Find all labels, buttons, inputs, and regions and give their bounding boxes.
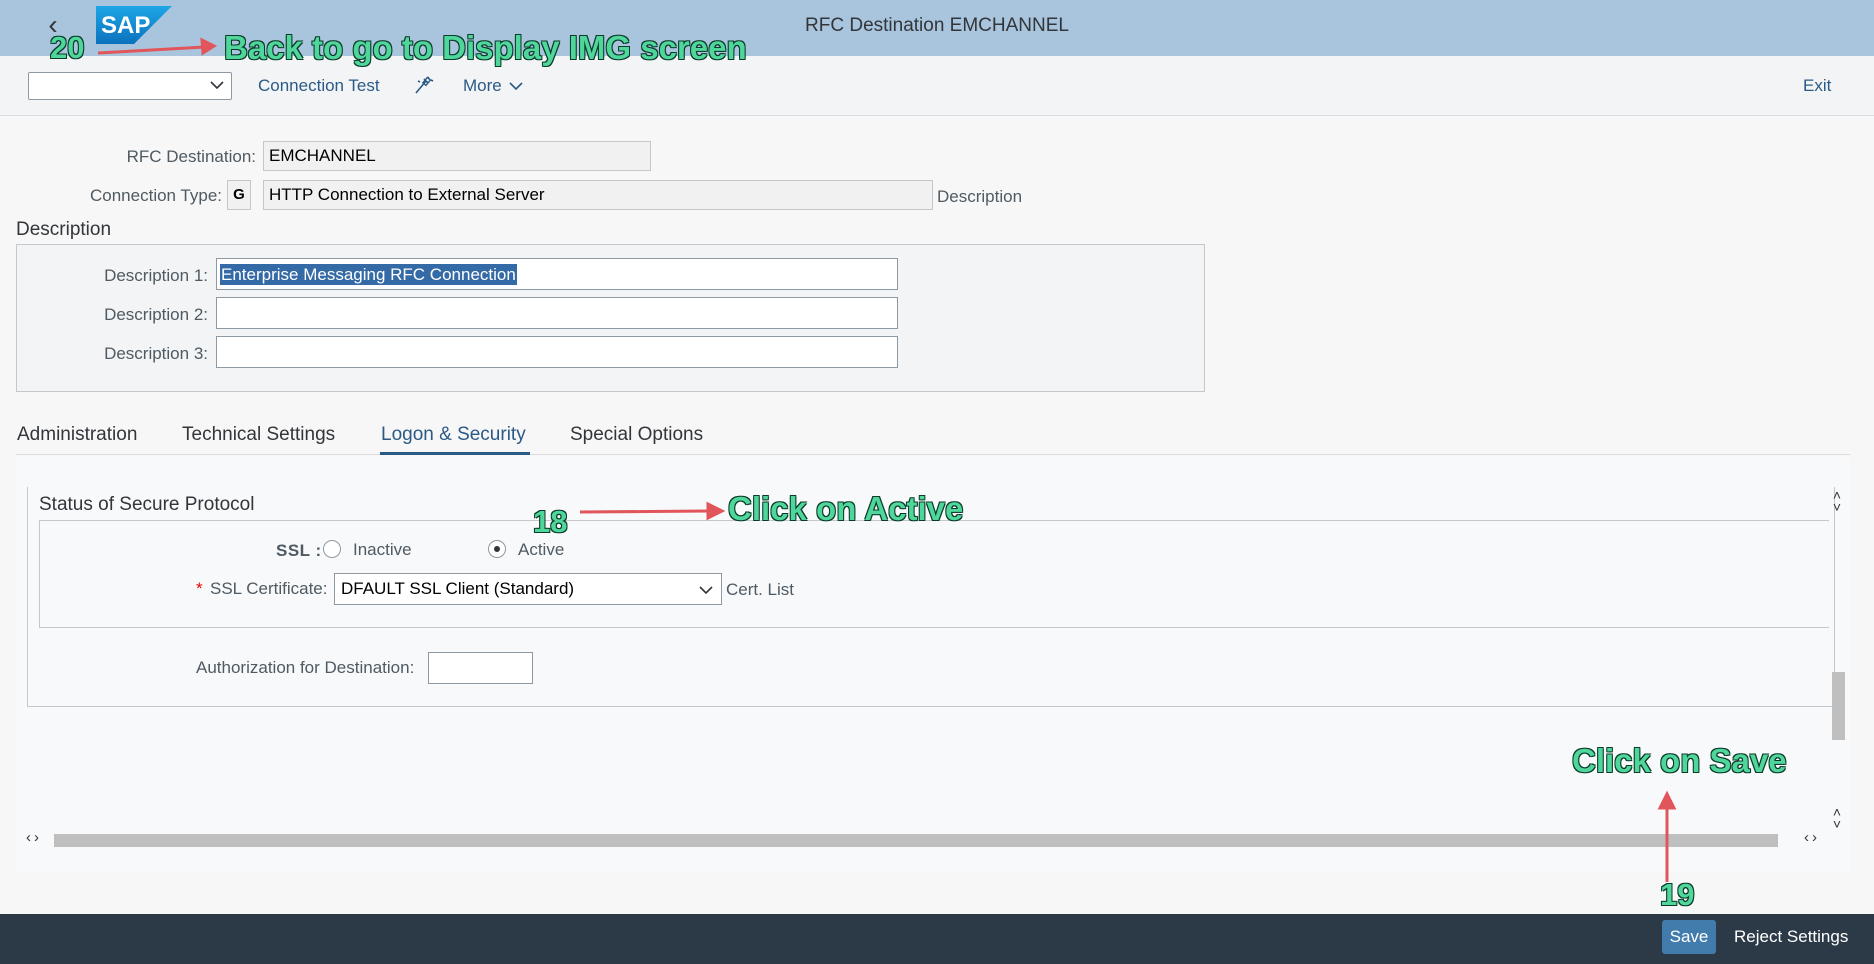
authorization-input[interactable] — [428, 652, 533, 684]
connection-type-description-label: Description — [937, 187, 1023, 206]
annotation-step-20-text: Back to go to Display IMG screen — [224, 29, 747, 66]
ssl-certificate-select[interactable]: DFAULT SSL Client (Standard) — [334, 573, 722, 605]
authorization-label: Authorization for Destination: — [196, 658, 415, 677]
rfc-destination-label: RFC Destination: — [126, 147, 256, 166]
ssl-inactive-radio[interactable] — [323, 540, 341, 558]
ssl-active-label[interactable]: Active — [518, 540, 564, 560]
description-1-value[interactable]: Enterprise Messaging RFC Connection — [220, 264, 517, 285]
scroll-down-arrow-icon[interactable]: ˄ ˅ — [1826, 805, 1848, 836]
exit-button[interactable]: Exit — [1803, 76, 1831, 96]
horizontal-scrollbar[interactable] — [54, 834, 1778, 847]
annotation-step-18-number: 18 — [533, 504, 568, 539]
save-button[interactable]: Save — [1662, 920, 1716, 954]
description-1-label: Description 1: — [104, 266, 208, 285]
ssl-label: SSL : — [276, 541, 322, 560]
tab-technical-settings[interactable]: Technical Settings — [182, 424, 335, 446]
more-button[interactable]: More — [463, 76, 502, 96]
tab-administration[interactable]: Administration — [17, 424, 137, 446]
connection-test-button[interactable]: Connection Test — [258, 76, 380, 96]
secure-protocol-box — [39, 520, 1829, 628]
tab-divider — [16, 454, 1850, 455]
tab-logon-security[interactable]: Logon & Security — [381, 424, 526, 446]
ssl-inactive-label[interactable]: Inactive — [353, 540, 412, 560]
annotation-step-19-number: 19 — [1660, 877, 1695, 912]
description-3-input[interactable] — [216, 336, 898, 368]
description-heading: Description — [16, 219, 112, 240]
tab-selected-indicator — [380, 452, 530, 455]
connection-type-text: HTTP Connection to External Server — [263, 180, 933, 210]
chevron-down-icon[interactable] — [697, 581, 715, 599]
ssl-certificate-label: SSL Certificate: — [210, 579, 328, 598]
radio-selected-dot — [494, 546, 500, 552]
chevron-down-icon — [210, 81, 224, 90]
connection-type-code: G — [227, 180, 251, 210]
command-field-select[interactable] — [28, 72, 232, 100]
annotation-step-18-text: Click on Active — [728, 490, 964, 527]
annotation-step-19-text: Click on Save — [1572, 742, 1787, 779]
scroll-left-arrow-icon[interactable]: ‹› — [26, 829, 42, 846]
chevron-down-icon[interactable] — [508, 78, 524, 94]
footer-bar — [0, 914, 1874, 964]
description-3-label: Description 3: — [104, 344, 208, 363]
magic-wand-icon[interactable] — [412, 75, 434, 97]
description-2-label: Description 2: — [104, 305, 208, 324]
annotation-step-20-number: 20 — [50, 30, 85, 65]
connection-type-label: Connection Type: — [90, 186, 222, 205]
secure-protocol-section-title: Status of Secure Protocol — [39, 494, 255, 515]
description-2-input[interactable] — [216, 297, 898, 329]
tab-special-options[interactable]: Special Options — [570, 424, 703, 446]
cert-list-label: Cert. List — [726, 580, 795, 599]
scroll-right-arrow-icon[interactable]: ‹› — [1804, 829, 1820, 846]
scroll-up-arrow-icon[interactable]: ˄ ˅ — [1826, 488, 1848, 517]
vertical-scrollbar-thumb[interactable] — [1832, 672, 1845, 740]
rfc-destination-field: EMCHANNEL — [263, 141, 651, 171]
required-marker: * — [196, 579, 203, 598]
reject-settings-button[interactable]: Reject Settings — [1734, 927, 1848, 947]
